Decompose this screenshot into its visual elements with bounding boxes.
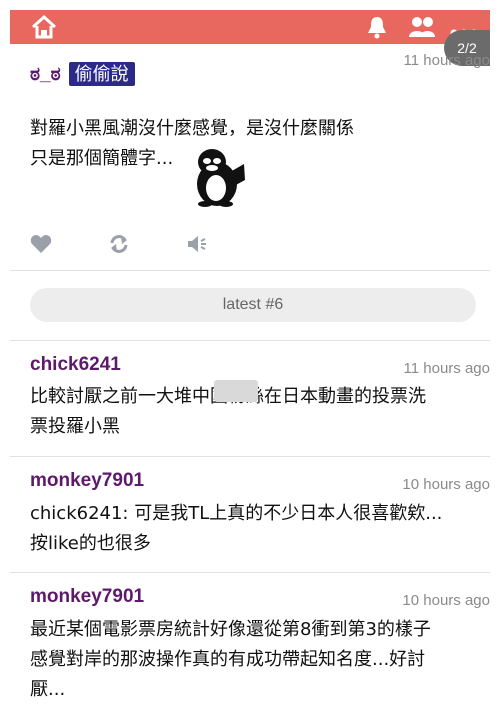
post-time: 11 hours ago	[403, 52, 490, 69]
comment-line-2: 按like的也很多	[30, 533, 151, 554]
comment-time: 10 hours ago	[402, 476, 490, 493]
heart-icon[interactable]	[30, 234, 52, 258]
penguin-sticker-icon	[190, 146, 248, 212]
app-frame: 2/2 ಠ_ಠ 偷偷說 11 hours ago 對羅小黑風潮沒什麼感覺，是沒什麼…	[10, 10, 490, 722]
comment-divider	[10, 572, 490, 573]
comment-time: 11 hours ago	[403, 360, 490, 377]
post-line-1: 對羅小黑風潮沒什麼感覺，是沒什麼關係	[30, 118, 354, 139]
post-line-2: 只是那個簡體字...	[30, 148, 174, 169]
users-icon[interactable]	[408, 15, 436, 43]
comment-username[interactable]: monkey7901	[30, 586, 144, 608]
comment-divider	[10, 456, 490, 457]
speaker-icon[interactable]	[186, 234, 208, 258]
comment-line-3: 厭...	[30, 679, 66, 700]
comment-time: 10 hours ago	[402, 592, 490, 609]
home-icon[interactable]	[30, 14, 58, 43]
blurred-text	[214, 380, 258, 402]
post-tag[interactable]: 偷偷說	[68, 62, 135, 86]
comment-line-1: 最近某個電影票房統計好像還從第8衝到第3的樣子	[30, 619, 431, 640]
comment-username[interactable]: monkey7901	[30, 470, 144, 492]
comment-line-2: 感覺對岸的那波操作真的有成功帶起知名度...好討	[30, 649, 426, 670]
post-username[interactable]: ಠ_ಠ	[30, 64, 61, 85]
bell-icon[interactable]	[366, 15, 388, 43]
repost-icon[interactable]	[108, 234, 130, 258]
comment-line-1: chick6241: 可是我TL上真的不少日本人很喜歡欸...	[30, 503, 443, 524]
comment-line-2: 票投羅小黑	[30, 416, 120, 437]
post-divider	[10, 270, 490, 271]
comment-username[interactable]: chick6241	[30, 354, 121, 376]
top-bar	[10, 10, 490, 44]
latest-bar[interactable]: latest #6	[30, 288, 476, 322]
post-author[interactable]: ಠ_ಠ 偷偷說	[30, 62, 135, 86]
latest-divider	[10, 340, 490, 341]
